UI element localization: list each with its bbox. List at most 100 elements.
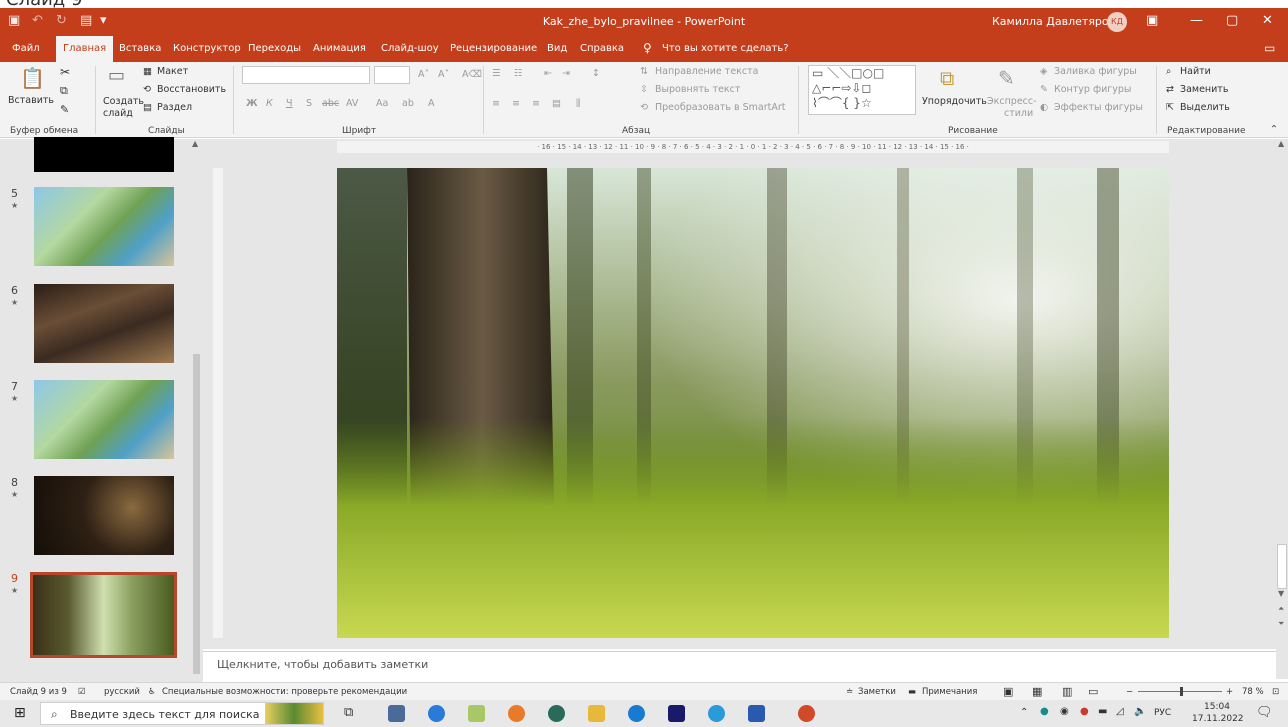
telegram-app-icon[interactable]: [708, 705, 725, 722]
font-color-icon[interactable]: A: [428, 98, 435, 109]
line-spacing-icon[interactable]: ↕: [592, 68, 600, 79]
scroll-thumb[interactable]: [1277, 544, 1287, 589]
decrease-indent-icon[interactable]: ⇤: [544, 68, 552, 79]
slide-thumbnail-7[interactable]: [34, 380, 174, 459]
editor-scrollbar[interactable]: ▲ ▼ ⏶ ⏷: [1276, 139, 1288, 679]
arrange-button[interactable]: Упорядочить: [922, 96, 987, 107]
notes-icon[interactable]: ≐: [846, 687, 853, 697]
minimize-icon[interactable]: —: [1190, 13, 1203, 28]
zoom-in-icon[interactable]: +: [1226, 687, 1233, 697]
find-button[interactable]: Найти: [1180, 66, 1211, 77]
close-icon[interactable]: ✕: [1262, 13, 1273, 28]
slide-thumbnail-9-selected[interactable]: [30, 572, 177, 658]
align-left-icon[interactable]: ≡: [492, 98, 500, 109]
copy-icon[interactable]: ⧉: [60, 84, 68, 98]
previous-slide-icon[interactable]: ⏶: [1278, 604, 1284, 614]
find-icon[interactable]: ⌕: [1166, 66, 1171, 77]
select-icon[interactable]: ⇱: [1166, 102, 1174, 113]
arrange-icon[interactable]: ⧉: [940, 66, 954, 90]
slide-canvas[interactable]: [337, 168, 1169, 638]
slide-thumbnail-8[interactable]: [34, 476, 174, 555]
quick-styles-button-2[interactable]: стили: [1004, 108, 1033, 119]
tab-insert[interactable]: Вставка: [119, 43, 161, 54]
scroll-down-icon[interactable]: ▼: [1278, 589, 1284, 598]
user-name[interactable]: Камилла Давлетярова: [992, 15, 1122, 28]
shrink-font-icon[interactable]: A˅: [438, 69, 449, 80]
slide-thumbnail-5[interactable]: [34, 187, 174, 266]
clock-date[interactable]: 17.11.2022: [1192, 714, 1244, 724]
shape-effects-icon[interactable]: ◐: [1040, 102, 1048, 113]
change-case-icon[interactable]: Aa: [376, 98, 388, 109]
replace-button[interactable]: Заменить: [1180, 84, 1228, 95]
tray-chevron-icon[interactable]: ⌃: [1020, 707, 1028, 718]
align-text-icon[interactable]: ⇳: [640, 84, 648, 95]
paste-icon[interactable]: 📋: [20, 66, 45, 90]
tab-help[interactable]: Справка: [580, 43, 624, 54]
notes-button[interactable]: Заметки: [858, 687, 896, 697]
tab-animations[interactable]: Анимация: [313, 43, 366, 54]
tab-view[interactable]: Вид: [547, 43, 567, 54]
input-language[interactable]: РУС: [1154, 708, 1171, 718]
calculator-app-icon[interactable]: [388, 705, 405, 722]
network-icon[interactable]: ◿: [1116, 706, 1124, 717]
tray-app-icon[interactable]: ●: [1040, 706, 1049, 717]
replace-icon[interactable]: ⇄: [1166, 84, 1174, 95]
zoom-app-icon[interactable]: [428, 705, 445, 722]
ribbon-display-icon[interactable]: ▣: [1146, 13, 1158, 28]
increase-indent-icon[interactable]: ⇥: [562, 68, 570, 79]
next-slide-icon[interactable]: ⏷: [1278, 619, 1284, 629]
text-direction-button[interactable]: Направление текста: [655, 66, 759, 77]
reset-icon[interactable]: ⟲: [143, 84, 151, 95]
windows-start-icon[interactable]: ⊞: [14, 705, 26, 721]
align-right-icon[interactable]: ≡: [532, 98, 540, 109]
edge-app-icon[interactable]: [628, 705, 645, 722]
align-center-icon[interactable]: ≡: [512, 98, 520, 109]
columns-icon[interactable]: ⫼: [576, 98, 580, 109]
justify-icon[interactable]: ▤: [552, 98, 561, 109]
shapes-gallery[interactable]: ▭ ＼＼□○□ △⌐⌐⇨⇩◻ ⌇⌒⌒{ }☆: [808, 65, 916, 115]
zoom-out-icon[interactable]: −: [1126, 687, 1133, 697]
browser-app-icon[interactable]: [508, 705, 525, 722]
shape-outline-icon[interactable]: ✎: [1040, 84, 1048, 95]
font-family-combo[interactable]: [242, 66, 370, 84]
new-slide-icon[interactable]: ▭: [108, 65, 125, 86]
photos-app-icon[interactable]: [468, 705, 485, 722]
align-text-button[interactable]: Выровнять текст: [655, 84, 740, 95]
paste-button[interactable]: Вставить: [8, 95, 54, 106]
italic-icon[interactable]: К: [266, 98, 273, 109]
fit-slide-icon[interactable]: ⊡: [1272, 687, 1279, 697]
font-size-combo[interactable]: [374, 66, 410, 84]
tray-chrome-icon[interactable]: ●: [1080, 706, 1089, 717]
new-slide-button-2[interactable]: слайд: [103, 108, 133, 119]
scroll-thumb[interactable]: [193, 354, 200, 674]
strikethrough-icon[interactable]: abc: [322, 98, 339, 109]
taskbar-search[interactable]: ⌕ Введите здесь текст для поиска: [40, 702, 324, 725]
tab-transitions[interactable]: Переходы: [248, 43, 301, 54]
layout-button[interactable]: Макет: [157, 66, 188, 77]
whatsapp-app-icon[interactable]: [548, 705, 565, 722]
new-slide-button[interactable]: Создать: [103, 96, 144, 107]
normal-view-icon[interactable]: ▣: [1003, 685, 1013, 698]
accessibility-status[interactable]: Специальные возможности: проверьте реком…: [162, 687, 407, 697]
powerpoint-app-icon[interactable]: [798, 705, 815, 722]
highlight-icon[interactable]: ab: [402, 98, 414, 109]
smartart-button[interactable]: Преобразовать в SmartArt: [655, 102, 785, 113]
tab-home[interactable]: Главная: [56, 36, 114, 62]
text-direction-icon[interactable]: ⇅: [640, 66, 648, 77]
bullets-icon[interactable]: ☰: [492, 68, 501, 79]
slide-sorter-icon[interactable]: ▦: [1032, 685, 1042, 698]
section-button[interactable]: Раздел: [157, 102, 192, 113]
bold-icon[interactable]: Ж: [246, 98, 258, 109]
select-button[interactable]: Выделить: [1180, 102, 1230, 113]
scroll-up-icon[interactable]: ▲: [1278, 139, 1284, 148]
task-view-icon[interactable]: ⧉: [344, 705, 353, 720]
avatar[interactable]: КД: [1107, 12, 1127, 32]
slide-thumbnail-4[interactable]: [34, 137, 174, 172]
tab-design[interactable]: Конструктор: [173, 43, 241, 54]
shape-fill-icon[interactable]: ◈: [1040, 66, 1047, 77]
tell-me-box[interactable]: Что вы хотите сделать?: [662, 43, 789, 54]
tray-meet-icon[interactable]: ◉: [1060, 706, 1069, 717]
grow-font-icon[interactable]: A˄: [418, 69, 429, 80]
battery-icon[interactable]: ▬: [1098, 706, 1107, 717]
slideshow-view-icon[interactable]: ▭: [1088, 685, 1098, 698]
